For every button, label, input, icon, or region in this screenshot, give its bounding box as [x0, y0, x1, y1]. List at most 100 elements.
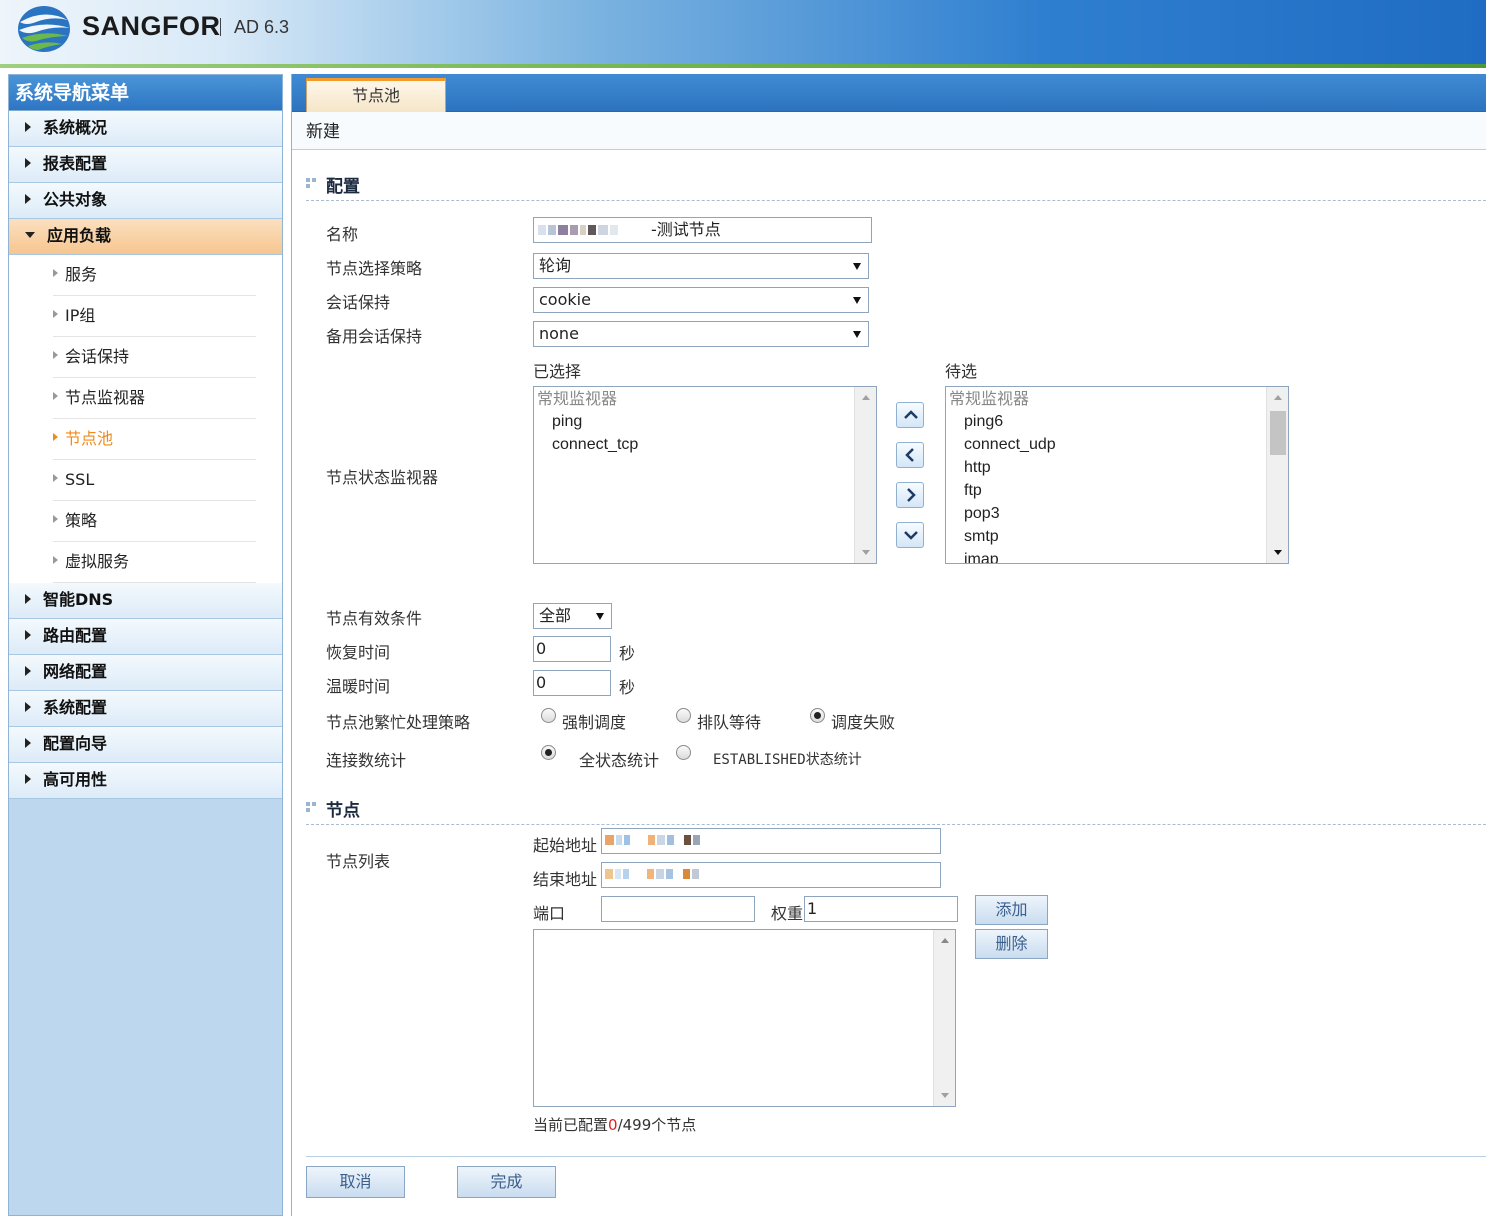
small-caret-icon — [53, 309, 58, 318]
name-input[interactable]: -测试节点 — [533, 217, 872, 243]
tab-node-pool[interactable]: 节点池 — [306, 78, 446, 112]
nav-item-config-wizard[interactable]: 配置向导 — [9, 727, 282, 763]
small-caret-icon — [53, 555, 58, 564]
section-divider — [306, 824, 1486, 825]
warmup-time-unit: 秒 — [619, 678, 636, 697]
scroll-down-icon[interactable] — [862, 550, 870, 555]
node-list-box[interactable] — [533, 929, 956, 1107]
scroll-down-icon[interactable] — [941, 1093, 949, 1098]
nav-item-routing-config[interactable]: 路由配置 — [9, 619, 282, 655]
session-select[interactable]: cookie — [533, 287, 869, 313]
backup-session-select[interactable]: none — [533, 321, 869, 347]
move-down-button[interactable] — [896, 522, 924, 548]
nav-item-label: 路由配置 — [43, 626, 108, 645]
scrollbar[interactable] — [933, 930, 955, 1106]
available-option[interactable]: smtp — [946, 525, 1288, 548]
chevron-down-icon — [904, 531, 918, 540]
nav-item-network-config[interactable]: 网络配置 — [9, 655, 282, 691]
move-right-button[interactable] — [896, 482, 924, 508]
sub-nav-item-node-pool[interactable]: 节点池 — [9, 419, 282, 460]
selected-option[interactable]: ping — [534, 410, 876, 433]
sub-nav-item-virtual-service[interactable]: 虚拟服务 — [9, 542, 282, 583]
port-input[interactable] — [601, 896, 755, 922]
caret-down-icon — [25, 231, 35, 238]
cancel-button[interactable]: 取消 — [306, 1166, 405, 1198]
small-caret-icon — [53, 473, 58, 482]
top-header: SANGFOR AD 6.3 — [0, 0, 1486, 66]
busy-radio-force[interactable] — [541, 708, 556, 723]
finish-button[interactable]: 完成 — [457, 1166, 556, 1198]
conn-stat-label: 连接数统计 — [326, 751, 407, 770]
caret-right-icon — [25, 665, 31, 676]
busy-option-label: 强制调度 — [562, 713, 627, 732]
strategy-select[interactable]: 轮询 — [533, 253, 869, 279]
scroll-thumb[interactable] — [1270, 411, 1286, 455]
move-left-button[interactable] — [896, 442, 924, 468]
dropdown-arrow-icon — [853, 263, 861, 270]
selected-monitors-list[interactable]: 常规监视器 ping connect_tcp — [533, 386, 877, 564]
scrollbar[interactable] — [854, 387, 876, 563]
recover-time-input[interactable]: 0 — [533, 636, 611, 662]
name-value: -测试节点 — [651, 220, 721, 239]
conn-radio-established[interactable] — [676, 745, 691, 760]
sub-nav-label: 节点池 — [65, 429, 114, 448]
available-option[interactable]: pop3 — [946, 502, 1288, 525]
nav-item-public-objects[interactable]: 公共对象 — [9, 183, 282, 219]
sub-nav-item-ip-group[interactable]: IP组 — [9, 296, 282, 337]
scroll-down-icon[interactable] — [1274, 550, 1282, 555]
selected-option[interactable]: connect_tcp — [534, 433, 876, 456]
nav-item-system-overview[interactable]: 系统概况 — [9, 111, 282, 147]
conn-option-label: 全状态统计 — [579, 751, 660, 770]
nav-item-high-availability[interactable]: 高可用性 — [9, 763, 282, 799]
nav-item-system-config[interactable]: 系统配置 — [9, 691, 282, 727]
nav-item-label: 系统概况 — [43, 118, 108, 137]
add-node-button[interactable]: 添加 — [975, 895, 1048, 925]
available-list-label: 待选 — [945, 362, 978, 381]
available-option[interactable]: http — [946, 456, 1288, 479]
busy-option-label: 调度失败 — [831, 713, 896, 732]
weight-input[interactable]: 1 — [804, 896, 958, 922]
conn-radio-all[interactable] — [541, 745, 556, 760]
warmup-time-input[interactable]: 0 — [533, 670, 611, 696]
sangfor-logo-icon — [18, 6, 70, 52]
available-option[interactable]: connect_udp — [946, 433, 1288, 456]
warmup-time-label: 温暖时间 — [326, 677, 391, 696]
section-nodes-heading: 节点 — [306, 796, 360, 821]
nav-item-label: 高可用性 — [43, 770, 108, 789]
caret-right-icon — [25, 737, 31, 748]
valid-condition-select[interactable]: 全部 — [533, 603, 612, 629]
scroll-up-icon[interactable] — [941, 938, 949, 943]
available-option[interactable]: imap — [946, 548, 1288, 563]
available-option[interactable]: ping6 — [946, 410, 1288, 433]
nav-item-label: 应用负载 — [47, 226, 112, 245]
available-option[interactable]: ftp — [946, 479, 1288, 502]
section-title: 节点 — [326, 801, 360, 821]
sub-nav-label: IP组 — [65, 306, 96, 325]
nav-item-app-load[interactable]: 应用负载 — [9, 219, 282, 255]
start-address-input[interactable] — [601, 828, 941, 854]
caret-right-icon — [25, 629, 31, 640]
header-accent-line — [0, 64, 1486, 68]
breadcrumb: 新建 — [292, 112, 1486, 150]
sidebar: 系统导航菜单 系统概况 报表配置 公共对象 应用负载 服务 IP组 会话保持 节… — [8, 74, 283, 1216]
sub-nav-item-node-monitor[interactable]: 节点监视器 — [9, 378, 282, 419]
busy-radio-fail[interactable] — [810, 708, 825, 723]
sub-nav-item-policy[interactable]: 策略 — [9, 501, 282, 542]
name-label: 名称 — [326, 225, 359, 244]
move-up-button[interactable] — [896, 402, 924, 428]
scrollbar[interactable] — [1266, 387, 1288, 563]
available-monitors-list[interactable]: 常规监视器 ping6 connect_udp http ftp pop3 sm… — [945, 386, 1289, 564]
nav-item-smart-dns[interactable]: 智能DNS — [9, 583, 282, 619]
scroll-up-icon[interactable] — [1274, 395, 1282, 400]
session-label: 会话保持 — [326, 293, 391, 312]
nav-item-report-config[interactable]: 报表配置 — [9, 147, 282, 183]
busy-radio-queue[interactable] — [676, 708, 691, 723]
session-value: cookie — [539, 290, 591, 309]
sub-nav-item-ssl[interactable]: SSL — [9, 460, 282, 501]
delete-node-button[interactable]: 删除 — [975, 929, 1048, 959]
scroll-up-icon[interactable] — [862, 395, 870, 400]
end-address-input[interactable] — [601, 862, 941, 888]
sub-nav-item-session-persistence[interactable]: 会话保持 — [9, 337, 282, 378]
sub-nav-item-service[interactable]: 服务 — [9, 255, 282, 296]
redacted-text — [605, 835, 700, 845]
